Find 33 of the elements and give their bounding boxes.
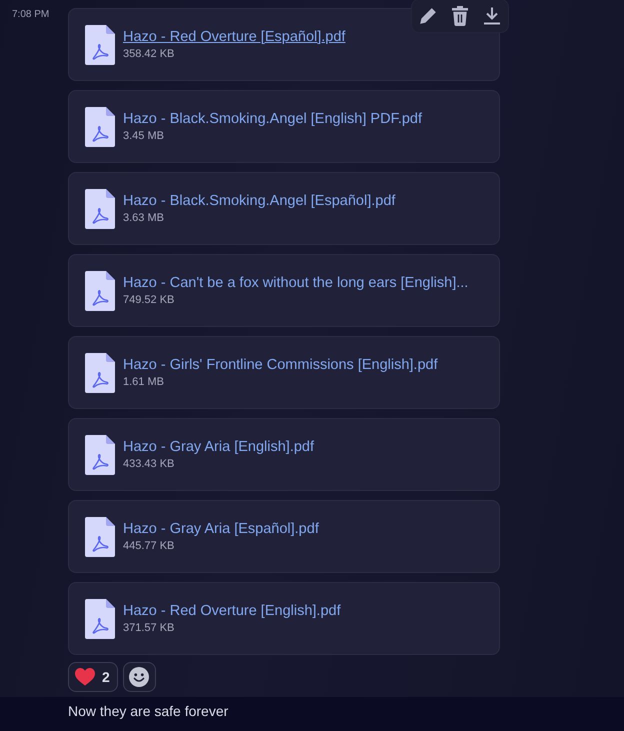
pencil-icon <box>419 7 437 25</box>
heart-reaction-button[interactable]: 2 <box>68 662 118 692</box>
file-name-link[interactable]: Hazo - Gray Aria [English].pdf <box>123 438 314 456</box>
file-size: 749.52 KB <box>123 292 174 308</box>
pdf-file-icon <box>85 188 115 228</box>
file-size: 371.57 KB <box>123 620 174 636</box>
pdf-file-icon <box>85 24 115 64</box>
file-size: 358.42 KB <box>123 46 174 62</box>
pdf-file-icon <box>85 516 115 556</box>
file-size: 445.77 KB <box>123 538 174 554</box>
pdf-file-icon <box>85 106 115 146</box>
file-size: 3.63 MB <box>123 210 164 226</box>
file-name-link[interactable]: Hazo - Black.Smoking.Angel [Español].pdf <box>123 192 396 210</box>
file-name-link[interactable]: Hazo - Red Overture [Español].pdf <box>123 28 346 46</box>
file-name-link[interactable]: Hazo - Girls' Frontline Commissions [English].pdf <box>123 356 438 374</box>
pdf-file-icon <box>85 598 115 638</box>
file-name-link[interactable]: Hazo - Can't be a fox without the long ears [English]... <box>123 274 468 292</box>
file-size: 3.45 MB <box>123 128 164 144</box>
smiley-icon <box>129 667 150 687</box>
pdf-file-icon <box>85 270 115 310</box>
file-name-link[interactable]: Hazo - Gray Aria [Español].pdf <box>123 520 319 538</box>
add-reaction-button[interactable] <box>122 662 156 692</box>
file-name-link[interactable]: Hazo - Red Overture [English].pdf <box>123 602 341 620</box>
pdf-file-icon <box>85 434 115 474</box>
file-size: 433.43 KB <box>123 456 174 472</box>
download-icon <box>483 7 501 25</box>
file-size: 1.61 MB <box>123 374 164 390</box>
trash-icon <box>452 6 468 26</box>
heart-icon <box>75 668 95 686</box>
pdf-file-icon <box>85 352 115 392</box>
message-text: Now they are safe forever <box>68 702 228 720</box>
timestamp: 7:08 PM <box>12 9 50 21</box>
file-name-link[interactable]: Hazo - Black.Smoking.Angel [English] PDF.pdf <box>123 110 422 128</box>
